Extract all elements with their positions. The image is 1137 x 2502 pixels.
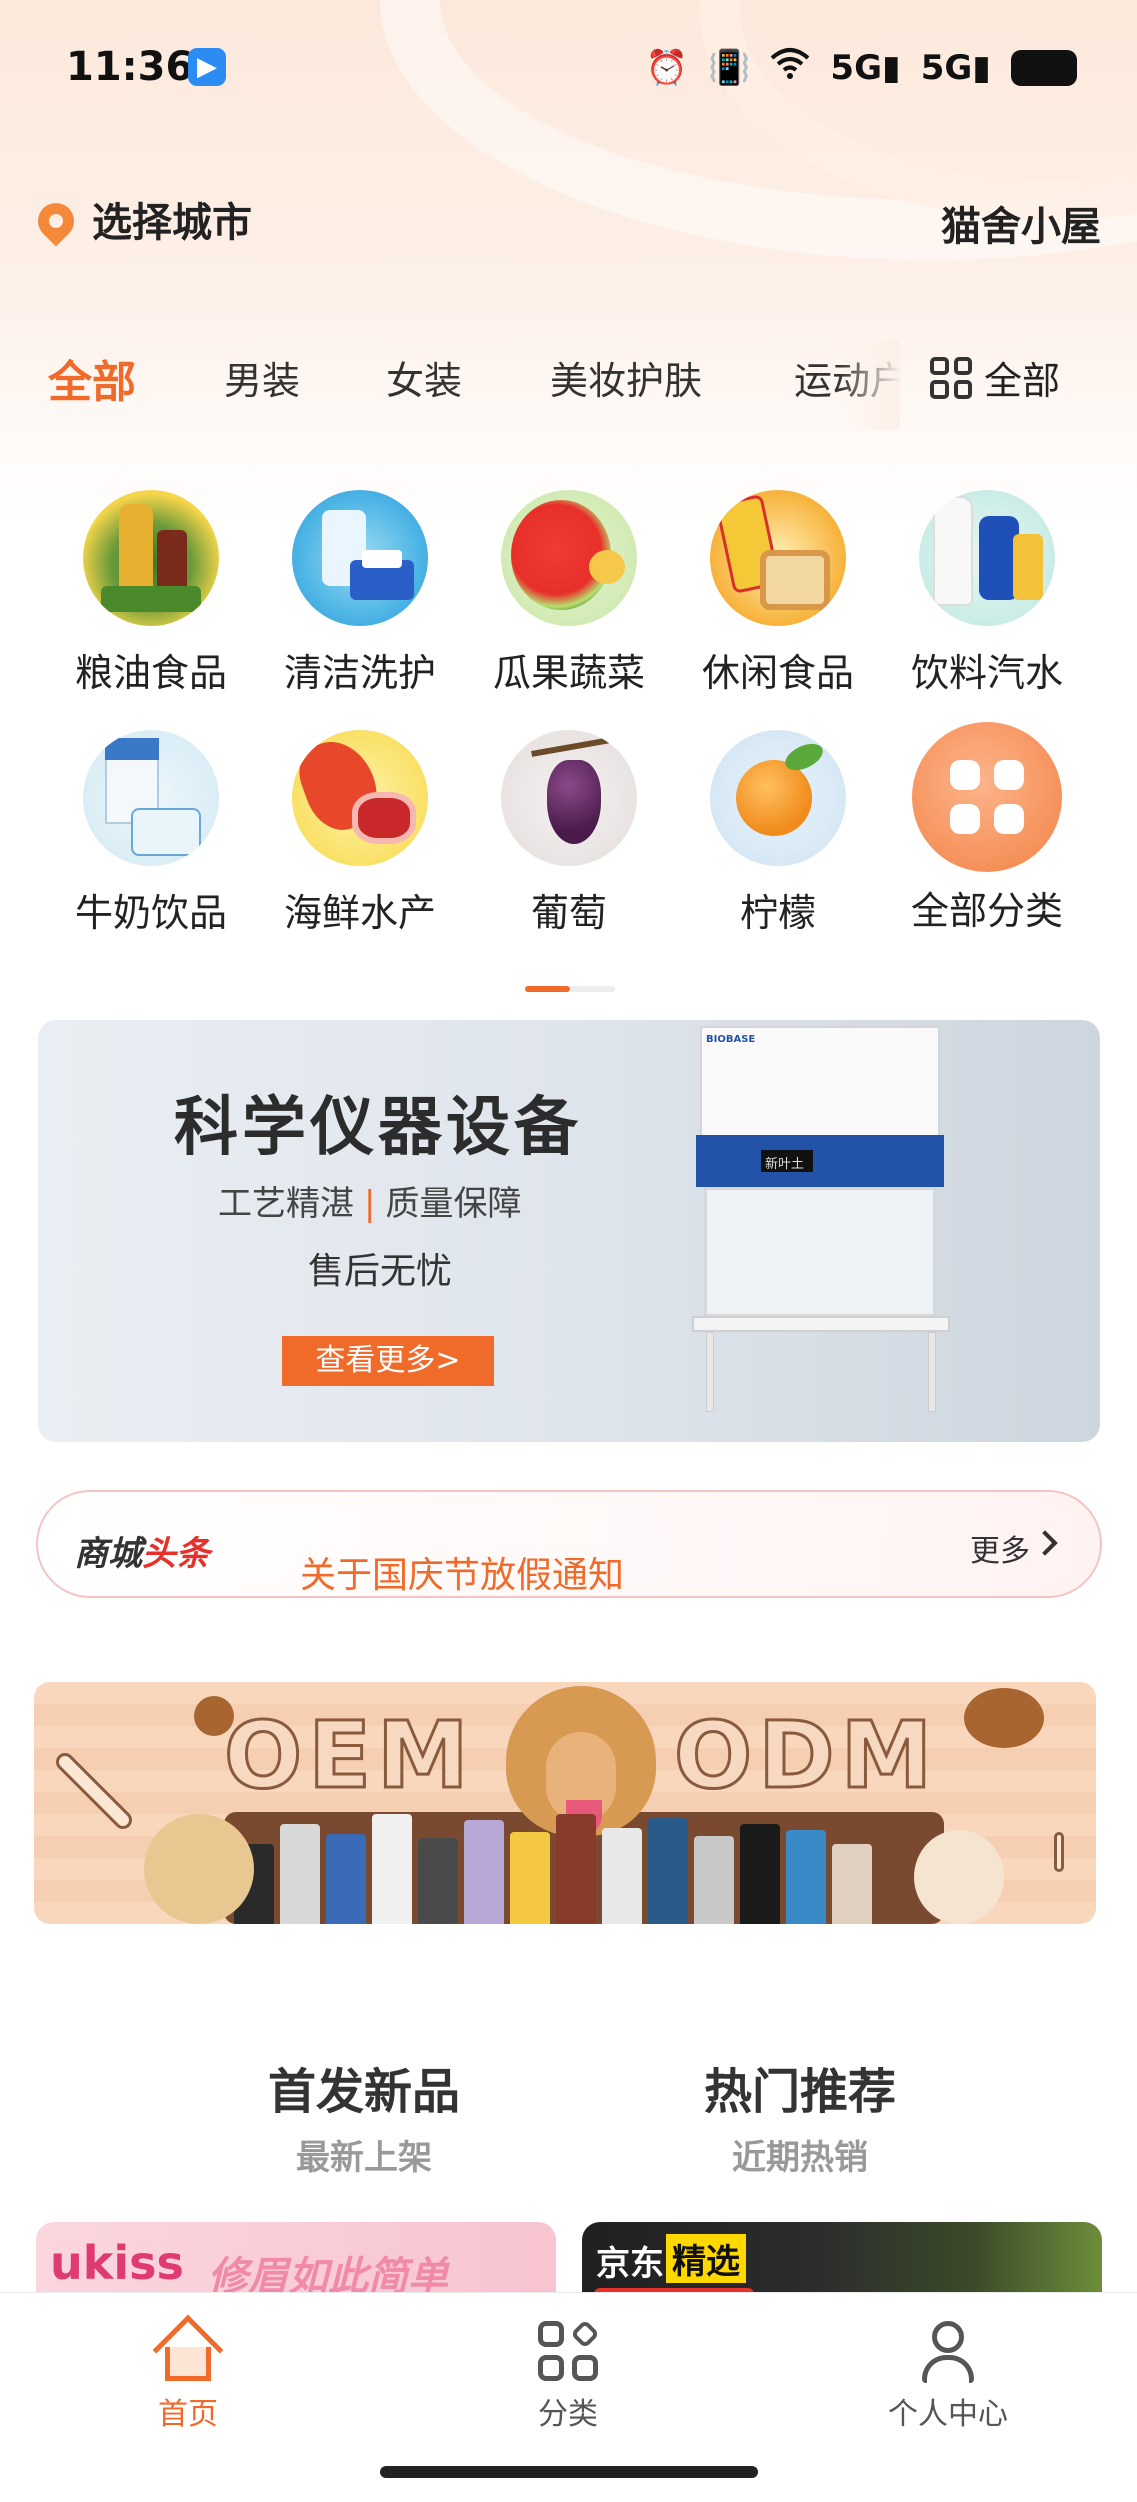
snack-icon <box>710 490 846 626</box>
card-brand: 京东 <box>596 2244 664 2284</box>
news-brand: 商城头条 <box>74 1534 210 1574</box>
signal-5g-icon: 5G▮ <box>830 47 901 88</box>
banner-subtitle: 工艺精湛 | 质量保障 <box>218 1184 522 1224</box>
promo-banner[interactable]: 科学仪器设备 工艺精湛 | 质量保障 售后无忧 查看更多> BIOBASE 新叶土 <box>38 1020 1100 1442</box>
status-time: 11:36 <box>66 44 194 90</box>
category-seafood[interactable]: 海鲜水产 <box>265 730 455 937</box>
nav-category[interactable]: 分类 <box>468 2319 668 2433</box>
pet-food-packs <box>234 1802 974 1924</box>
banner-subtitle-2: 售后无忧 <box>308 1251 453 1292</box>
odm-text: ODM <box>672 1701 939 1811</box>
section-hot-picks[interactable]: 热门推荐 近期热销 <box>650 2052 950 2179</box>
nav-profile[interactable]: 个人中心 <box>848 2321 1048 2433</box>
user-icon <box>918 2321 978 2383</box>
oem-odm-banner[interactable]: OEM ODM <box>34 1682 1096 1924</box>
category-grid-icon <box>538 2319 600 2381</box>
oem-text: OEM <box>223 1701 475 1811</box>
vibrate-icon: 📳 <box>708 47 751 88</box>
play-app-icon: ▶ <box>188 48 226 86</box>
city-selector[interactable]: 选择城市 <box>30 190 252 248</box>
lab-cabinet-image: BIOBASE 新叶土 <box>666 1020 966 1420</box>
status-bar: 11:36 ▶ ⏰ 📳 5G▮ 5G▮ 63 <box>0 0 1137 130</box>
tabs-fade <box>840 340 900 430</box>
news-bar[interactable]: 商城头条 关于国庆节放假通知 更多 <box>36 1490 1102 1598</box>
card-brand: ukiss <box>50 2236 184 2290</box>
indicator-active <box>525 986 570 992</box>
category-fruit-veg[interactable]: 瓜果蔬菜 <box>474 490 664 697</box>
category-snacks[interactable]: 休闲食品 <box>683 490 873 697</box>
nav-home[interactable]: 首页 <box>88 2314 288 2433</box>
grid-icon <box>930 356 972 399</box>
category-drinks[interactable]: 饮料汽水 <box>892 490 1082 697</box>
milk-icon <box>83 730 219 866</box>
tab-womenswear[interactable]: 女装 <box>386 350 462 405</box>
all-categories-button[interactable]: 全部 <box>930 350 1060 405</box>
all-button-label: 全部 <box>984 359 1061 403</box>
banner-title: 科学仪器设备 <box>174 1091 582 1165</box>
tab-menswear[interactable]: 男装 <box>224 350 300 405</box>
paw-icon <box>964 1688 1044 1748</box>
city-label: 选择城市 <box>92 200 252 246</box>
bone-icon <box>52 1749 136 1833</box>
signal-5g-icon: 5G▮ <box>920 47 991 88</box>
puppy-image <box>144 1814 254 1924</box>
home-indicator[interactable] <box>380 2466 758 2478</box>
status-icons: ⏰ 📳 5G▮ 5G▮ 63 <box>646 46 1077 89</box>
drink-icon <box>919 490 1055 626</box>
category-lemon[interactable]: 柠檬 <box>683 730 873 937</box>
puppy-image <box>914 1830 1004 1924</box>
news-headline[interactable]: 关于国庆节放假通知 <box>300 1546 624 1598</box>
location-pin-icon <box>30 195 82 247</box>
category-all[interactable]: 全部分类 <box>892 722 1082 935</box>
cleaning-icon <box>292 490 428 626</box>
grain-oil-icon <box>83 490 219 626</box>
alarm-icon: ⏰ <box>645 47 689 88</box>
indicator-inactive <box>570 986 615 992</box>
tab-all[interactable]: 全部 <box>48 350 136 410</box>
category-grapes[interactable]: 葡萄 <box>474 730 664 937</box>
card-tag: 精选 <box>666 2234 746 2283</box>
grape-icon <box>501 730 637 866</box>
wifi-icon <box>770 46 810 89</box>
category-milk[interactable]: 牛奶饮品 <box>56 730 246 937</box>
page-indicator <box>525 986 615 992</box>
tab-beauty[interactable]: 美妆护肤 <box>550 350 702 405</box>
category-tabs: 全部 男装 女装 美妆护肤 运动户 <box>0 350 900 420</box>
category-cleaning[interactable]: 清洁洗护 <box>265 490 455 697</box>
section-new-arrivals[interactable]: 首发新品 最新上架 <box>214 2052 514 2179</box>
all-categories-icon <box>912 722 1062 872</box>
category-grain-oil[interactable]: 粮油食品 <box>56 490 246 697</box>
battery-icon: 63 <box>1011 49 1077 86</box>
orange-icon <box>710 730 846 866</box>
watermelon-icon <box>501 490 637 626</box>
seafood-icon <box>292 730 428 866</box>
shop-name[interactable]: 猫舍小屋 <box>941 194 1101 252</box>
banner-more-button[interactable]: 查看更多> <box>282 1336 494 1386</box>
news-more-link[interactable]: 更多 <box>970 1526 1030 1570</box>
home-icon <box>152 2314 224 2386</box>
chevron-right-icon <box>1032 1530 1058 1556</box>
